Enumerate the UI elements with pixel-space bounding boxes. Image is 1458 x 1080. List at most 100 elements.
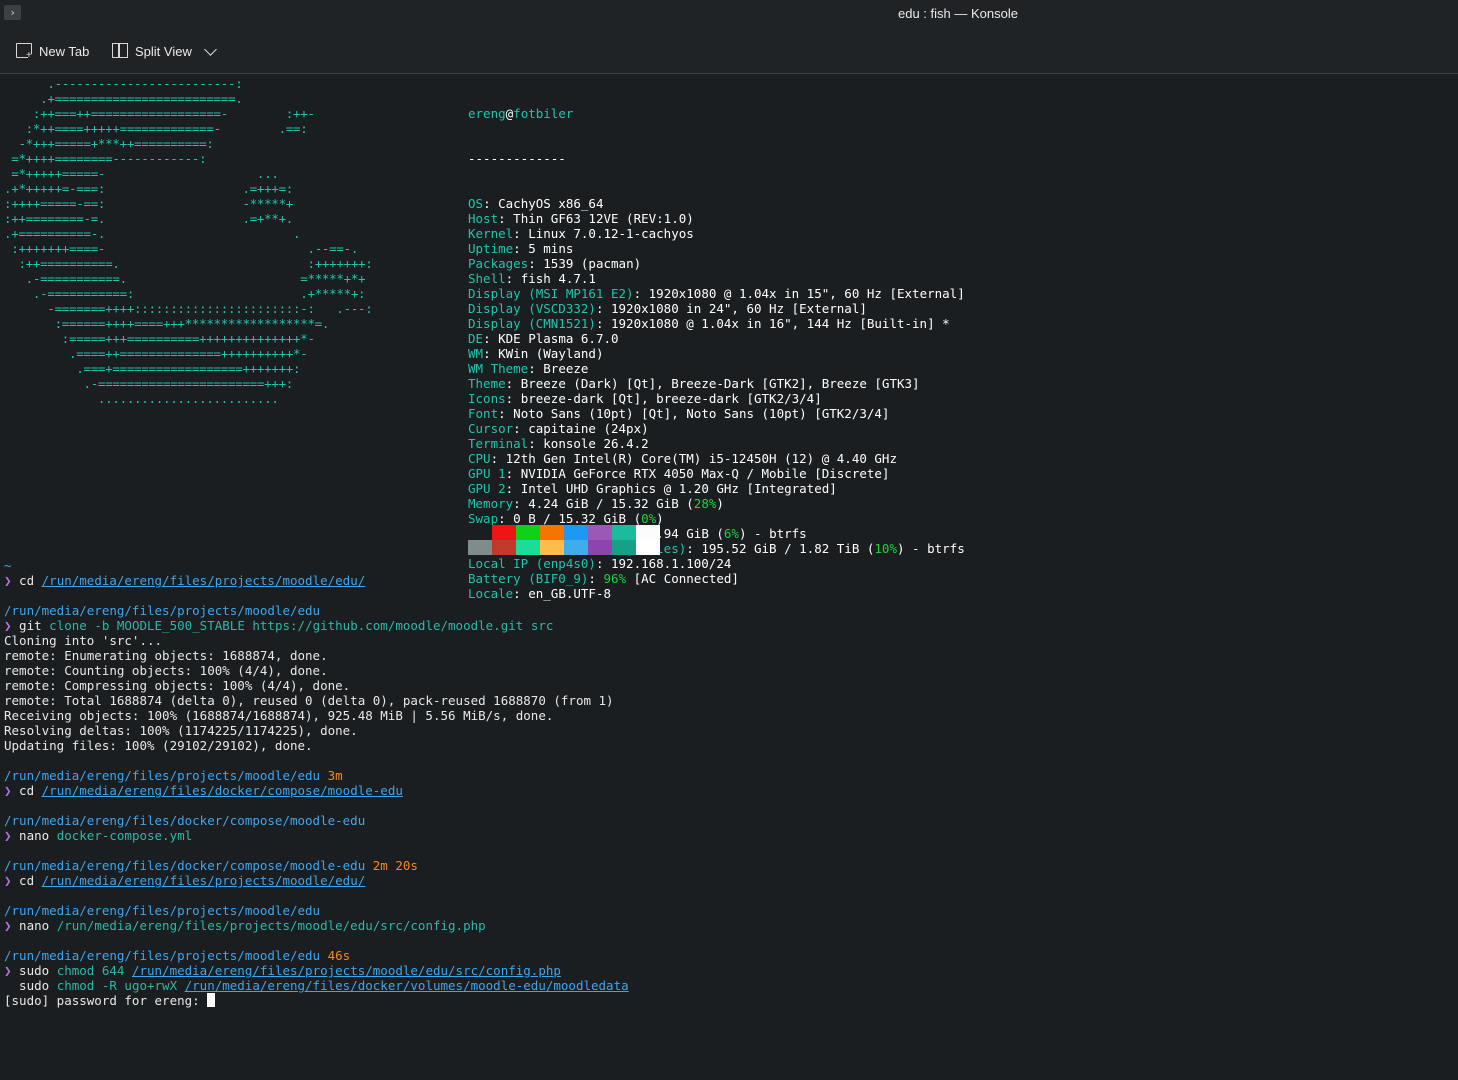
shell-text xyxy=(4,888,12,903)
palette-swatch xyxy=(540,540,564,555)
palette-swatch xyxy=(588,540,612,555)
info-row: GPU 2: Intel UHD Graphics @ 1.20 GHz [In… xyxy=(468,481,837,496)
shell-line: ❯ nano /run/media/ereng/files/projects/m… xyxy=(4,918,629,933)
info-value: Linux 7.0.12-1-cachyos xyxy=(528,226,694,241)
shell-line: /run/media/ereng/files/docker/compose/mo… xyxy=(4,858,629,873)
path-link[interactable]: /run/media/ereng/files/docker/compose/mo… xyxy=(42,783,403,798)
logo-line: .+*+++++=-===: .=+++=: xyxy=(4,181,294,196)
info-row: Swap: 0 B / 15.32 GiB (0%) xyxy=(468,511,664,526)
shell-text: remote: Counting objects: 100% (4/4), do… xyxy=(4,663,328,678)
info-row: Host: Thin GF63 12VE (REV:1.0) xyxy=(468,211,694,226)
logo-line: .-=======================+++: xyxy=(4,376,294,391)
shell-line xyxy=(4,933,629,948)
palette-swatch xyxy=(468,525,492,540)
path-link[interactable]: /run/media/ereng/files/projects/moodle/e… xyxy=(42,573,366,588)
shell-text: chmod 644 xyxy=(56,963,132,978)
shell-line: /run/media/ereng/files/docker/compose/mo… xyxy=(4,813,629,828)
path-link[interactable]: /run/media/ereng/files/docker/volumes/mo… xyxy=(185,978,629,993)
shell-text xyxy=(4,843,12,858)
new-tab-button[interactable]: + New Tab xyxy=(16,40,89,62)
info-value: 1920x1080 @ 1.04x in 16", 144 Hz [Built-… xyxy=(611,316,950,331)
logo-line: :=====+++==========++++++++++++++*- xyxy=(4,331,315,346)
info-key: Swap xyxy=(468,511,499,526)
path-link[interactable]: /run/media/ereng/files/projects/moodle/e… xyxy=(42,873,366,888)
info-row: Packages: 1539 (pacman) xyxy=(468,256,642,271)
shell-line: [sudo] password for ereng: xyxy=(4,993,629,1008)
shell-line: ❯ cd /run/media/ereng/files/docker/compo… xyxy=(4,783,629,798)
shell-text: nano xyxy=(11,828,57,843)
info-value: 1539 (pacman) xyxy=(543,256,642,271)
info-key: Terminal xyxy=(468,436,529,451)
info-key: DE xyxy=(468,331,484,346)
info-value: [AC Connected] xyxy=(626,571,739,586)
prompt-arrow-icon: ❯ xyxy=(4,873,12,888)
logo-line: :++========-=. .=+**+. xyxy=(4,211,294,226)
user-host-line: ereng@fotbiler xyxy=(468,106,574,121)
logo-line: :++++=====-==: -*****+ xyxy=(4,196,294,211)
info-row: Shell: fish 4.7.1 xyxy=(468,271,596,286)
info-host: fotbiler xyxy=(513,106,574,121)
shell-line: ❯ cd /run/media/ereng/files/projects/moo… xyxy=(4,873,629,888)
prompt-arrow-icon: ❯ xyxy=(4,573,12,588)
shell-text xyxy=(4,933,12,948)
info-value: 12th Gen Intel(R) Core(TM) i5-12450H (12… xyxy=(505,451,897,466)
shell-text: [sudo] password for ereng: xyxy=(4,993,208,1008)
info-key: Display (CMN1521) xyxy=(468,316,596,331)
palette-swatch xyxy=(492,540,516,555)
logo-line: .+=========================. xyxy=(4,91,243,106)
info-key: Font xyxy=(468,406,499,421)
shell-text: Resolving deltas: 100% (1174225/1174225)… xyxy=(4,723,358,738)
info-value: ) xyxy=(656,511,664,526)
logo-line: :*++====+++++=============- .==: xyxy=(4,121,308,136)
title-bar: › edu : fish — Konsole xyxy=(0,0,1458,30)
info-value: 0 B / 15.32 GiB ( xyxy=(513,511,642,526)
palette-swatch xyxy=(636,525,660,540)
shell-line: Updating files: 100% (29102/29102), done… xyxy=(4,738,629,753)
info-key: Packages xyxy=(468,256,529,271)
shell-line: /run/media/ereng/files/projects/moodle/e… xyxy=(4,768,629,783)
info-row: Memory: 4.24 GiB / 15.32 GiB (28%) xyxy=(468,496,724,511)
info-key: Host xyxy=(468,211,499,226)
info-value: ) xyxy=(716,496,724,511)
logo-line: .+==========-. . xyxy=(4,226,301,241)
info-key: Shell xyxy=(468,271,506,286)
shell-line: sudo chmod -R ugo+rwX /run/media/ereng/f… xyxy=(4,978,629,993)
prompt-arrow-icon: ❯ xyxy=(4,828,12,843)
palette-swatch xyxy=(564,540,588,555)
prompt-arrow-icon: ❯ xyxy=(4,618,12,633)
info-percent: 10% xyxy=(874,541,897,556)
terminal-view[interactable]: .-------------------------: .+==========… xyxy=(0,74,1458,1080)
info-row: Font: Noto Sans (10pt) [Qt], Noto Sans (… xyxy=(468,406,890,421)
shell-text: Receiving objects: 100% (1688874/1688874… xyxy=(4,708,554,723)
info-row: WM Theme: Breeze xyxy=(468,361,589,376)
shell-line: remote: Enumerating objects: 1688874, do… xyxy=(4,648,629,663)
info-value: CachyOS x86_64 xyxy=(498,196,604,211)
info-value: Thin GF63 12VE (REV:1.0) xyxy=(513,211,694,226)
info-key: Cursor xyxy=(468,421,514,436)
shell-output[interactable]: ~ ❯ cd /run/media/ereng/files/projects/mo… xyxy=(4,558,629,1008)
shell-text: sudo xyxy=(11,963,57,978)
shell-text: docker-compose.yml xyxy=(56,828,193,843)
shell-line: ❯ git clone -b MOODLE_500_STABLE https:/… xyxy=(4,618,629,633)
info-value: 195.52 GiB / 1.82 TiB ( xyxy=(701,541,875,556)
info-row: Display (MSI MP161 E2): 1920x1080 @ 1.04… xyxy=(468,286,965,301)
palette-swatch xyxy=(540,525,564,540)
shell-line: ❯ cd /run/media/ereng/files/projects/moo… xyxy=(4,573,629,588)
chevron-down-icon[interactable] xyxy=(203,42,217,56)
shell-line: remote: Compressing objects: 100% (4/4),… xyxy=(4,678,629,693)
shell-line: ❯ nano docker-compose.yml xyxy=(4,828,629,843)
text-cursor xyxy=(207,993,216,1007)
shell-line: remote: Counting objects: 100% (4/4), do… xyxy=(4,663,629,678)
split-view-label: Split View xyxy=(135,43,192,59)
palette-swatch xyxy=(612,540,636,555)
logo-line: :+++++++====- .--==-. xyxy=(4,241,359,256)
konsole-app-icon[interactable]: › xyxy=(4,5,21,20)
palette-swatch xyxy=(636,540,660,555)
palette-swatch xyxy=(516,540,540,555)
logo-line: :++===++==================- :++- xyxy=(4,106,315,121)
shell-line xyxy=(4,753,629,768)
info-key: GPU 1 xyxy=(468,466,506,481)
palette-swatch xyxy=(468,540,492,555)
path-link[interactable]: /run/media/ereng/files/projects/moodle/e… xyxy=(132,963,561,978)
split-view-button[interactable]: Split View xyxy=(112,40,217,62)
